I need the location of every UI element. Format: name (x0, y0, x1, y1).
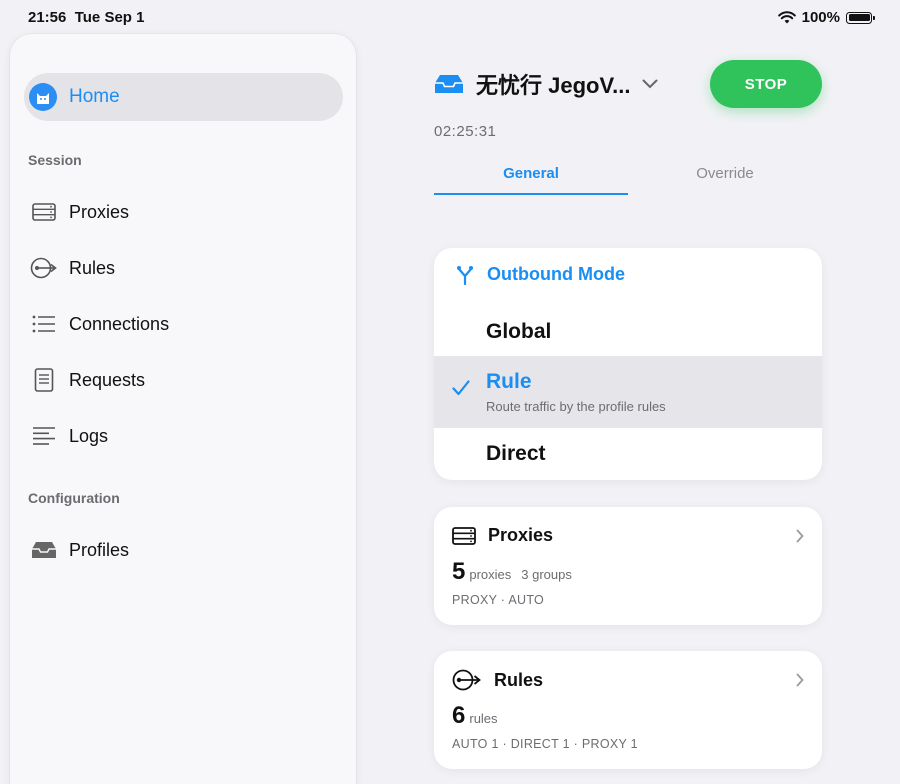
mode-option-direct[interactable]: Direct (434, 428, 822, 480)
route-arrow-icon (452, 669, 481, 691)
stop-button[interactable]: STOP (710, 60, 822, 108)
sidebar-item-requests[interactable]: Requests (29, 360, 145, 400)
tab-active-indicator (434, 193, 628, 195)
sidebar-item-label: Profiles (69, 539, 130, 560)
checkmark-icon (452, 380, 470, 396)
sidebar-item-rules[interactable]: Rules (29, 248, 115, 288)
battery-icon (846, 11, 875, 24)
sidebar-item-logs[interactable]: Logs (29, 416, 108, 456)
status-indicators: 100% (777, 9, 875, 26)
sidebar: Home Session Proxies Rules Connections R… (10, 34, 356, 784)
outbound-mode-header: Outbound Mode (456, 264, 625, 285)
proxies-groups: 3 groups (521, 567, 572, 582)
mode-option-label: Global (486, 320, 552, 343)
section-title-configuration: Configuration (28, 490, 120, 506)
list-icon (29, 312, 59, 336)
session-timer: 02:25:31 (434, 123, 497, 140)
chevron-right-icon (796, 529, 804, 543)
wifi-icon (777, 11, 796, 24)
proxies-card-title: Proxies (488, 525, 554, 545)
proxies-count-unit: proxies (469, 567, 512, 582)
sidebar-item-label: Connections (69, 313, 170, 334)
proxies-card-footer: PROXY · AUTO (452, 593, 545, 607)
proxies-count: 5 proxies 3 groups (452, 558, 572, 586)
rules-count: 6 rules (452, 702, 498, 730)
profile-name: 无忧行 JegoV... (476, 73, 631, 98)
profile-selector[interactable]: 无忧行 JegoV... (434, 68, 658, 100)
sidebar-item-label: Proxies (69, 201, 130, 222)
tray-icon (29, 538, 59, 562)
sidebar-item-label: Logs (69, 425, 109, 446)
mode-option-description: Route traffic by the profile rules (486, 399, 666, 414)
sidebar-item-connections[interactable]: Connections (29, 304, 169, 344)
outbound-mode-card: Outbound Mode Global Rule Route traffic … (434, 248, 822, 480)
cat-avatar-icon (29, 83, 57, 111)
mode-option-label: Rule (486, 370, 532, 393)
rules-count-unit: rules (469, 711, 498, 726)
rules-card-title: Rules (494, 669, 544, 690)
chevron-right-icon (796, 673, 804, 687)
tab-general[interactable]: General (434, 165, 628, 182)
sidebar-item-profiles[interactable]: Profiles (29, 530, 129, 570)
proxies-summary-card[interactable]: Proxies 5 proxies 3 groups PROXY · AUTO (434, 507, 822, 625)
rules-card-header: Rules (452, 669, 543, 691)
sidebar-item-label: Rules (69, 257, 116, 278)
tab-override[interactable]: Override (628, 165, 822, 182)
rules-card-footer: AUTO 1 · DIRECT 1 · PROXY 1 (452, 737, 638, 751)
text-lines-icon (29, 424, 59, 448)
outbound-mode-title: Outbound Mode (487, 264, 625, 284)
server-icon (29, 200, 59, 224)
document-icon (29, 368, 59, 392)
sidebar-item-label: Home (69, 86, 120, 107)
status-date: Tue Sep 1 (74, 9, 145, 26)
proxies-count-number: 5 (452, 558, 466, 585)
sidebar-item-proxies[interactable]: Proxies (29, 192, 129, 232)
sidebar-item-home[interactable]: Home (24, 73, 343, 121)
rules-count-number: 6 (452, 702, 466, 729)
server-icon (452, 526, 476, 545)
battery-percent: 100% (801, 9, 840, 26)
route-arrow-icon (29, 256, 59, 280)
rules-summary-card[interactable]: Rules 6 rules AUTO 1 · DIRECT 1 · PROXY … (434, 651, 822, 769)
mode-option-rule[interactable]: Rule Route traffic by the profile rules (434, 356, 822, 428)
status-time: 21:56 Tue Sep 1 (28, 9, 144, 26)
profile-tray-icon (435, 75, 463, 93)
status-clock: 21:56 (28, 9, 67, 26)
chevron-down-icon (642, 79, 658, 89)
section-title-session: Session (28, 152, 82, 168)
proxies-card-header: Proxies (452, 525, 553, 546)
sidebar-item-label: Requests (69, 369, 146, 390)
mode-option-global[interactable]: Global (434, 308, 822, 356)
mode-option-label: Direct (486, 442, 546, 465)
fork-icon (457, 265, 473, 285)
